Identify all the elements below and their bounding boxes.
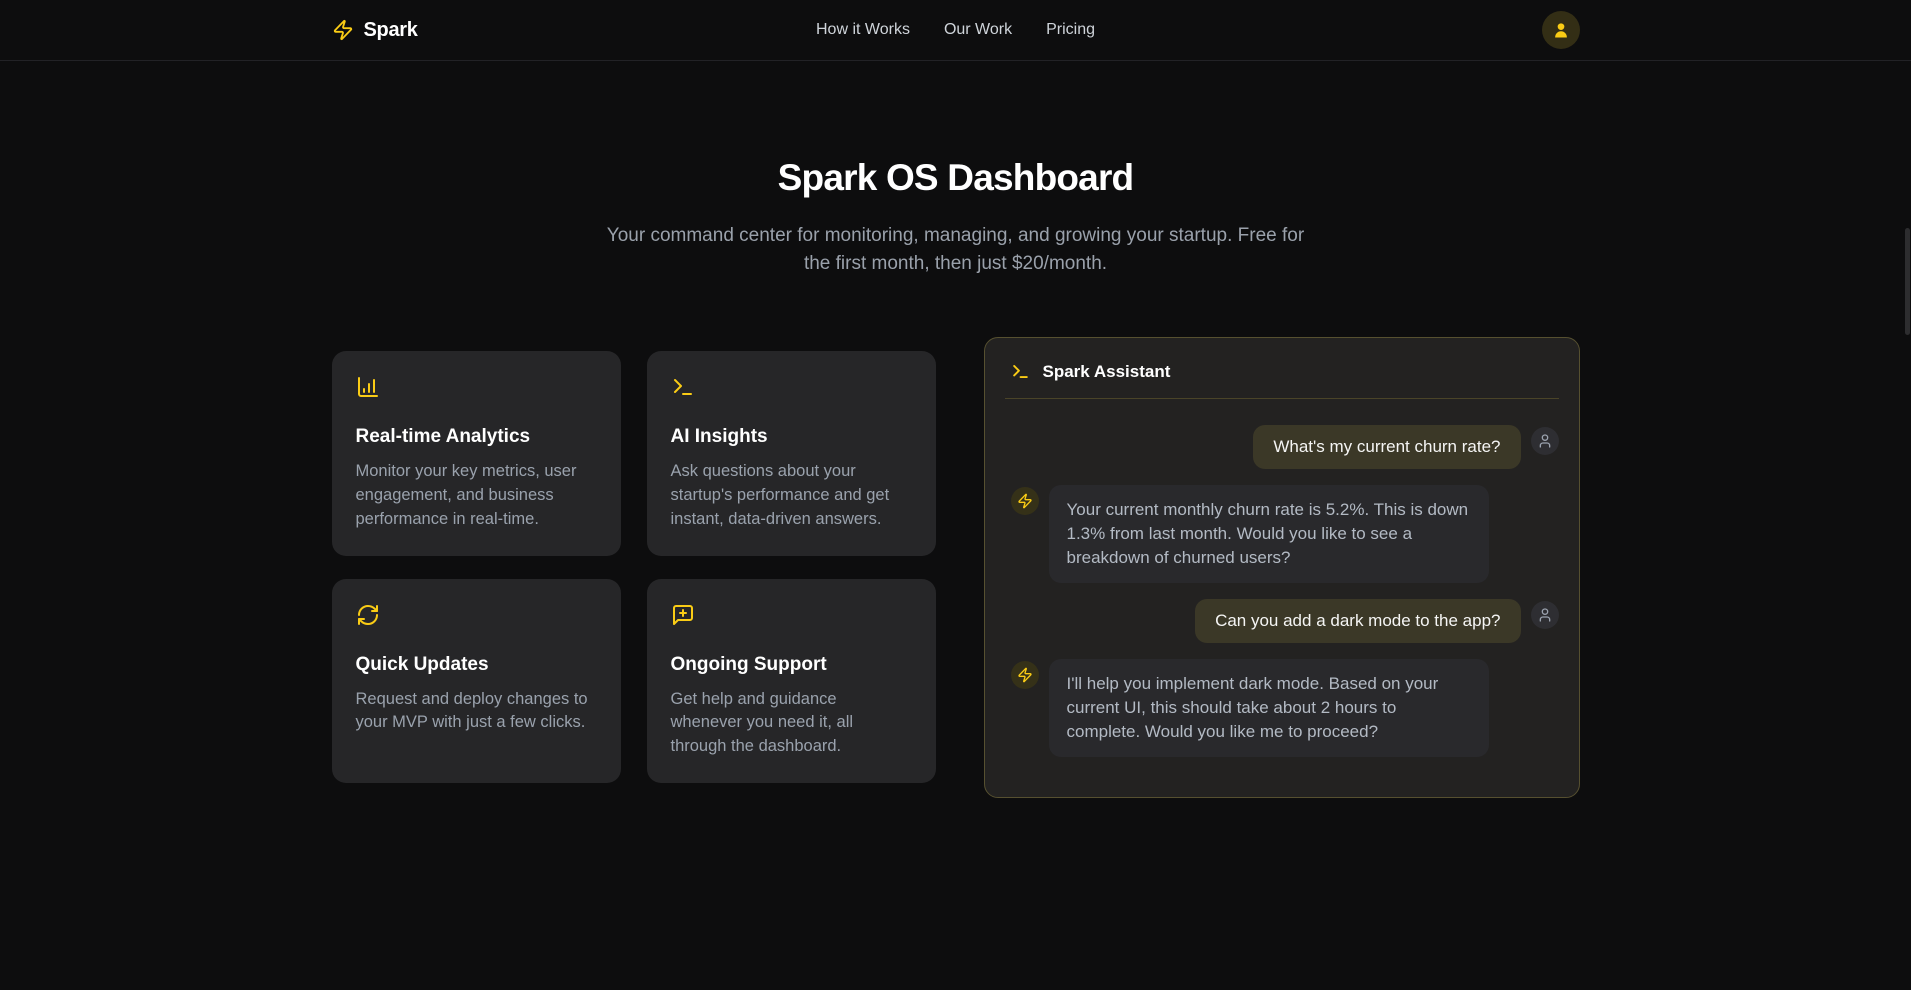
brand-name: Spark [364, 19, 418, 42]
user-avatar [1531, 601, 1559, 629]
zap-icon [1017, 667, 1033, 683]
chat-message-user: What's my current churn rate? [1011, 425, 1559, 469]
chat-message-assistant: Your current monthly churn rate is 5.2%.… [1011, 485, 1559, 583]
assistant-panel-header: Spark Assistant [985, 338, 1579, 398]
zap-icon [332, 19, 354, 41]
site-header: Spark How it Works Our Work Pricing [0, 0, 1911, 61]
user-message-bubble: What's my current churn rate? [1253, 425, 1520, 469]
main-content: Real-time Analytics Monitor your key met… [332, 337, 1580, 798]
feature-title: Quick Updates [356, 654, 597, 676]
terminal-icon [671, 375, 695, 399]
terminal-icon [1011, 362, 1030, 381]
assistant-message-bubble: I'll help you implement dark mode. Based… [1049, 659, 1489, 757]
main-nav: How it Works Our Work Pricing [816, 21, 1095, 39]
feature-title: Ongoing Support [671, 654, 912, 676]
features-grid: Real-time Analytics Monitor your key met… [332, 351, 936, 784]
assistant-avatar [1011, 661, 1039, 689]
brand[interactable]: Spark [332, 19, 817, 42]
assistant-avatar [1011, 487, 1039, 515]
user-icon [1551, 20, 1571, 40]
feature-card-realtime-analytics: Real-time Analytics Monitor your key met… [332, 351, 621, 556]
chat-message-user: Can you add a dark mode to the app? [1011, 599, 1559, 643]
feature-description: Ask questions about your startup's perfo… [671, 460, 912, 532]
nav-link-our-work[interactable]: Our Work [944, 21, 1012, 39]
feature-description: Monitor your key metrics, user engagemen… [356, 460, 597, 532]
refresh-icon [356, 603, 380, 627]
user-avatar [1531, 427, 1559, 455]
feature-description: Get help and guidance whenever you need … [671, 688, 912, 760]
user-message-bubble: Can you add a dark mode to the app? [1195, 599, 1520, 643]
user-icon [1537, 433, 1553, 449]
nav-link-pricing[interactable]: Pricing [1046, 21, 1095, 39]
page-subtitle: Your command center for monitoring, mana… [596, 222, 1316, 278]
account-avatar-button[interactable] [1542, 11, 1580, 49]
feature-title: Real-time Analytics [356, 426, 597, 448]
feature-card-ai-insights: AI Insights Ask questions about your sta… [647, 351, 936, 556]
message-square-plus-icon [671, 603, 695, 627]
page-title: Spark OS Dashboard [0, 157, 1911, 200]
user-icon [1537, 607, 1553, 623]
feature-card-ongoing-support: Ongoing Support Get help and guidance wh… [647, 579, 936, 784]
chart-column-icon [356, 375, 380, 399]
hero-section: Spark OS Dashboard Your command center f… [0, 61, 1911, 278]
vertical-scrollbar-thumb[interactable] [1905, 228, 1910, 335]
feature-card-quick-updates: Quick Updates Request and deploy changes… [332, 579, 621, 784]
assistant-message-bubble: Your current monthly churn rate is 5.2%.… [1049, 485, 1489, 583]
nav-link-how-it-works[interactable]: How it Works [816, 21, 910, 39]
feature-title: AI Insights [671, 426, 912, 448]
zap-icon [1017, 493, 1033, 509]
assistant-panel-title: Spark Assistant [1043, 362, 1171, 382]
chat-message-assistant: I'll help you implement dark mode. Based… [1011, 659, 1559, 757]
feature-description: Request and deploy changes to your MVP w… [356, 688, 597, 736]
spark-assistant-panel: Spark Assistant What's my current churn … [984, 337, 1580, 798]
chat-messages: What's my current churn rate? Your curre… [985, 399, 1579, 797]
